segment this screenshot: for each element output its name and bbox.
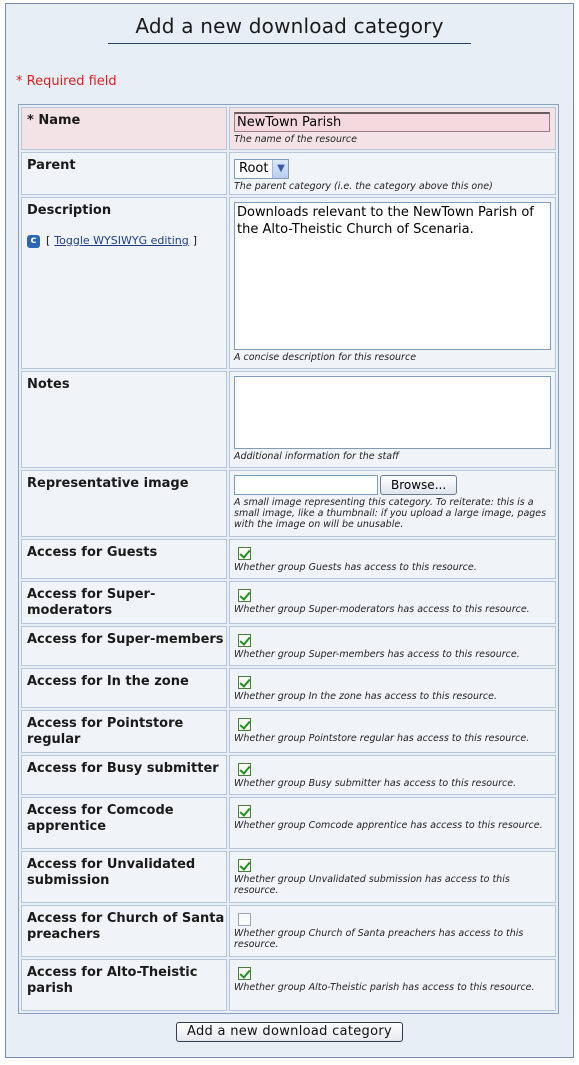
access-label: Access for Super-moderators bbox=[21, 581, 227, 624]
add-category-submit-button[interactable]: Add a new download category bbox=[176, 1022, 403, 1042]
access-label: Access for Unvalidated submission bbox=[21, 851, 227, 903]
wysiwyg-toggle: c [ Toggle WYSIWYG editing ] bbox=[27, 233, 226, 249]
name-description: The name of the resource bbox=[234, 134, 357, 145]
access-description: Whether group Church of Santa preachers … bbox=[234, 928, 524, 950]
access-row: Access for Pointstore regular Whether gro… bbox=[21, 710, 556, 753]
access-checkbox[interactable] bbox=[238, 763, 251, 776]
access-checkbox[interactable] bbox=[238, 967, 251, 980]
c-icon[interactable]: c bbox=[27, 234, 40, 248]
access-label: Access for Super-members bbox=[21, 626, 227, 666]
form-table: * Name NewTown Parish The name of the re… bbox=[18, 104, 559, 1014]
access-checkbox[interactable] bbox=[238, 547, 251, 560]
access-checkbox[interactable] bbox=[238, 805, 251, 818]
access-checkbox[interactable] bbox=[238, 718, 251, 731]
access-label: Access for Alto-Theistic parish bbox=[21, 959, 227, 1011]
access-row: Access for Church of Santa preachers Whet… bbox=[21, 905, 556, 957]
image-description: A small image representing this category… bbox=[234, 497, 547, 530]
access-description: Whether group Super-moderators has acces… bbox=[234, 604, 530, 615]
image-row: Representative image Browse... A small i… bbox=[21, 470, 556, 537]
name-label: * Name bbox=[21, 107, 227, 150]
access-description: Whether group Unvalidated submission has… bbox=[234, 874, 510, 896]
access-label: Access for Busy submitter bbox=[21, 755, 227, 795]
parent-select[interactable]: Root ▼ bbox=[234, 158, 290, 179]
access-row: Access for Super-moderators Whether group… bbox=[21, 581, 556, 624]
access-label: Access for Church of Santa preachers bbox=[21, 905, 227, 957]
form-panel: Add a new download category * Required f… bbox=[5, 3, 574, 1058]
parent-selected-value: Root bbox=[239, 161, 269, 176]
description-label: Description bbox=[27, 203, 112, 218]
access-description: Whether group Guests has access to this … bbox=[234, 562, 477, 573]
parent-row: Parent Root ▼ The parent category (i.e. … bbox=[21, 152, 556, 195]
notes-description: Additional information for the staff bbox=[234, 451, 399, 462]
page-title: Add a new download category bbox=[108, 14, 471, 44]
access-label: Access for Comcode apprentice bbox=[21, 797, 227, 849]
access-description: Whether group In the zone has access to … bbox=[234, 691, 498, 702]
access-checkbox[interactable] bbox=[238, 676, 251, 689]
access-row: Access for Busy submitter Whether group B… bbox=[21, 755, 556, 795]
access-row: Access for Unvalidated submission Whether… bbox=[21, 851, 556, 903]
access-description: Whether group Busy submitter has access … bbox=[234, 778, 517, 789]
parent-label: Parent bbox=[21, 152, 227, 195]
access-row: Access for Comcode apprentice Whether gro… bbox=[21, 797, 556, 849]
image-label: Representative image bbox=[21, 470, 227, 537]
description-row: Description c [ Toggle WYSIWYG editing ]… bbox=[21, 197, 556, 369]
access-label: Access for Guests bbox=[21, 539, 227, 579]
parent-description: The parent category (i.e. the category a… bbox=[234, 180, 493, 192]
access-description: Whether group Alto-Theistic parish has a… bbox=[234, 982, 535, 993]
toggle-wysiwyg-link[interactable]: Toggle WYSIWYG editing bbox=[54, 233, 188, 249]
name-row: * Name NewTown Parish The name of the re… bbox=[21, 107, 556, 150]
access-checkbox[interactable] bbox=[238, 913, 251, 926]
description-help: A concise description for this resource bbox=[234, 352, 417, 363]
image-file-input[interactable] bbox=[234, 475, 378, 495]
access-description: Whether group Super-members has access t… bbox=[234, 649, 520, 660]
access-label: Access for Pointstore regular bbox=[21, 710, 227, 753]
access-row: Access for In the zone Whether group In t… bbox=[21, 668, 556, 708]
access-checkbox[interactable] bbox=[238, 589, 251, 602]
access-checkbox[interactable] bbox=[238, 634, 251, 647]
name-input[interactable]: NewTown Parish bbox=[234, 112, 550, 132]
access-row: Access for Super-members Whether group Su… bbox=[21, 626, 556, 666]
access-description: Whether group Comcode apprentice has acc… bbox=[234, 820, 543, 831]
notes-textarea[interactable] bbox=[234, 376, 551, 449]
access-checkbox[interactable] bbox=[238, 859, 251, 872]
notes-label: Notes bbox=[21, 371, 227, 468]
browse-button[interactable]: Browse... bbox=[380, 475, 458, 495]
access-label: Access for In the zone bbox=[21, 668, 227, 708]
required-field-note: * Required field bbox=[16, 74, 117, 89]
chevron-down-icon[interactable]: ▼ bbox=[272, 159, 289, 178]
access-row: Access for Alto-Theistic parish Whether g… bbox=[21, 959, 556, 1011]
access-row: Access for Guests Whether group Guests ha… bbox=[21, 539, 556, 579]
notes-row: Notes Additional information for the sta… bbox=[21, 371, 556, 468]
description-textarea[interactable]: Downloads relevant to the NewTown Parish… bbox=[234, 202, 551, 350]
access-description: Whether group Pointstore regular has acc… bbox=[234, 733, 530, 744]
